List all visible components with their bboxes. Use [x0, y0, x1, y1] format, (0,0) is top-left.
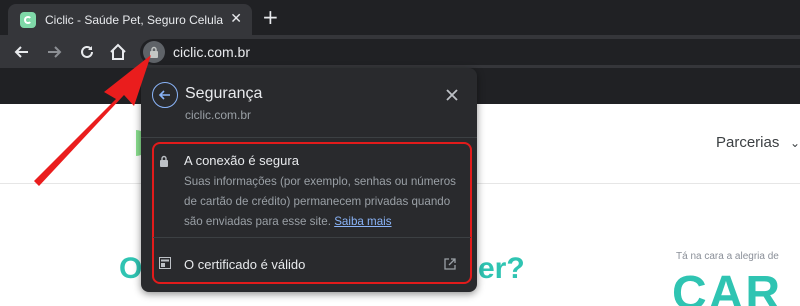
tab-title: Ciclic - Saúde Pet, Seguro Celular — [45, 12, 223, 27]
connection-description: Suas informações (por exemplo, senhas ou… — [184, 172, 469, 232]
external-link-icon[interactable] — [444, 258, 456, 270]
hero-heading-start: O — [119, 252, 143, 285]
forward-arrow-icon — [48, 46, 62, 58]
back-arrow-icon — [14, 46, 28, 58]
browser-toolbar: ciclic.com.br — [0, 35, 800, 68]
hero-big-word: CAR — [672, 267, 782, 306]
chevron-down-icon[interactable]: ⌄ — [790, 136, 800, 150]
back-arrow-icon — [158, 90, 170, 100]
site-security-popup: Segurança ciclic.com.br A conexão é segu… — [141, 68, 477, 292]
certificate-icon — [159, 257, 171, 269]
site-info-button[interactable] — [143, 41, 165, 63]
back-button-popup[interactable] — [152, 82, 178, 108]
lock-icon — [150, 46, 158, 58]
connection-status-title[interactable]: A conexão é segura — [184, 153, 299, 168]
ciclic-favicon-icon — [20, 11, 36, 28]
close-icon[interactable] — [443, 86, 461, 104]
tab-close-icon[interactable]: ✕ — [230, 12, 242, 26]
tab-strip: Ciclic - Saúde Pet, Seguro Celular ✕ + — [0, 0, 800, 35]
back-button[interactable] — [10, 40, 34, 64]
hero-heading-end: er? — [478, 252, 525, 285]
lock-icon — [160, 155, 168, 167]
connection-description-text: Suas informações (por exemplo, senhas ou… — [184, 175, 456, 228]
forward-button[interactable] — [42, 40, 66, 64]
url-text[interactable]: ciclic.com.br — [173, 44, 250, 60]
tab-active[interactable]: Ciclic - Saúde Pet, Seguro Celular ✕ — [8, 4, 252, 35]
popup-title: Segurança — [185, 85, 263, 102]
new-tab-button[interactable]: + — [262, 7, 279, 27]
learn-more-link[interactable]: Saiba mais — [334, 215, 391, 228]
hero-tagline: Tá na cara a alegria de — [676, 251, 779, 262]
home-icon — [110, 43, 126, 60]
address-bar[interactable]: ciclic.com.br — [140, 39, 800, 65]
popup-domain: ciclic.com.br — [185, 108, 252, 122]
popup-divider — [141, 137, 477, 138]
reload-button[interactable] — [75, 40, 99, 64]
nav-link-parcerias[interactable]: Parcerias — [716, 134, 779, 151]
row-divider — [153, 237, 471, 238]
home-button[interactable] — [106, 40, 130, 64]
reload-icon — [81, 45, 93, 58]
certificate-valid-item[interactable]: O certificado é válido — [184, 257, 305, 272]
